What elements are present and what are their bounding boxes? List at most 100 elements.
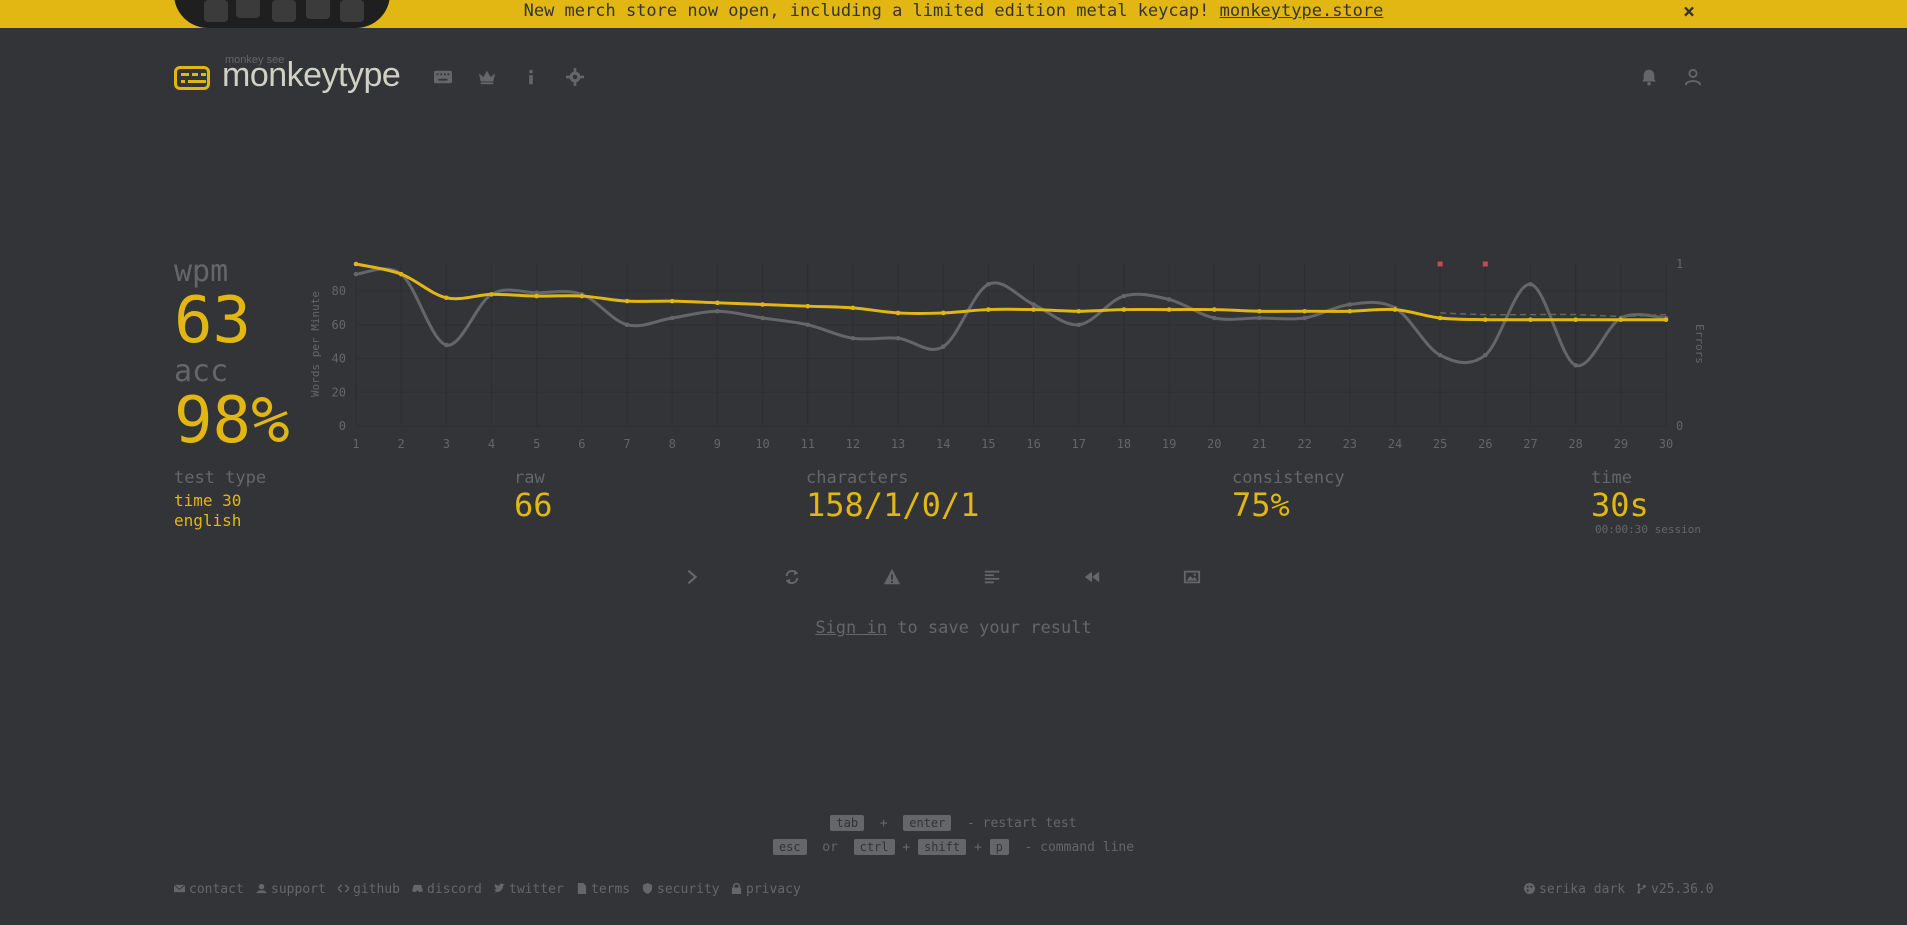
practice-words-button[interactable] xyxy=(879,564,905,590)
restart-button[interactable] xyxy=(779,564,805,590)
donate-icon xyxy=(256,883,267,894)
github-link[interactable]: github xyxy=(338,882,400,897)
data-point xyxy=(1121,293,1127,299)
image-icon xyxy=(1183,570,1201,584)
series-line xyxy=(355,267,1667,367)
version-link[interactable]: v25.36.0 xyxy=(1636,882,1714,897)
plus-sign: + xyxy=(973,840,982,855)
data-point xyxy=(1257,315,1262,321)
theme-button[interactable]: serika dark xyxy=(1524,882,1625,897)
ctrl-key: ctrl xyxy=(853,839,895,855)
data-point xyxy=(1347,302,1353,307)
code-icon xyxy=(338,884,349,893)
data-point xyxy=(624,322,630,328)
x-tick-label: 24 xyxy=(1388,437,1402,451)
data-point xyxy=(1302,315,1307,321)
signin-prompt: Sign in to save your result xyxy=(0,618,1907,638)
x-tick-label: 1 xyxy=(352,437,359,451)
shift-key: shift xyxy=(917,839,967,855)
merch-store-link[interactable]: monkeytype.store xyxy=(1220,1,1384,21)
data-point xyxy=(1437,315,1443,321)
data-point xyxy=(1528,317,1533,322)
enter-key: enter xyxy=(903,815,952,831)
data-point xyxy=(1392,307,1398,312)
data-point xyxy=(1347,308,1353,314)
x-tick-label: 28 xyxy=(1568,437,1582,451)
data-point xyxy=(1166,297,1172,302)
data-point xyxy=(353,261,359,267)
security-link[interactable]: security xyxy=(642,882,720,897)
data-point xyxy=(534,293,539,299)
data-point xyxy=(986,307,991,312)
twitter-link[interactable]: twitter xyxy=(494,882,564,897)
data-point xyxy=(1663,317,1669,322)
x-tick-label: 30 xyxy=(1659,437,1673,451)
support-link[interactable]: support xyxy=(256,882,326,897)
x-tick-label: 15 xyxy=(981,437,995,451)
replay-button[interactable] xyxy=(1079,564,1105,590)
acc-value: 98% xyxy=(174,384,290,458)
x-tick-label: 26 xyxy=(1478,437,1492,451)
x-tick-label: 20 xyxy=(1207,437,1221,451)
x-tick-label: 22 xyxy=(1297,437,1311,451)
error-marker xyxy=(1482,261,1488,267)
keyboard-icon[interactable] xyxy=(432,68,454,90)
command-line-hint: esc or ctrl + shift + p - command line xyxy=(0,839,1907,855)
privacy-link[interactable]: privacy xyxy=(731,882,801,897)
x-tick-label: 9 xyxy=(714,437,721,451)
x-tick-label: 25 xyxy=(1433,437,1447,451)
data-point xyxy=(940,344,946,349)
x-tick-label: 7 xyxy=(623,437,630,451)
data-point xyxy=(1121,307,1127,312)
data-point xyxy=(489,292,494,297)
data-point xyxy=(579,293,585,299)
info-icon[interactable] xyxy=(520,68,542,90)
x-tick-label: 4 xyxy=(488,437,495,451)
contact-link[interactable]: contact xyxy=(174,882,244,897)
plus-sign: + xyxy=(879,816,888,831)
banner-text: New merch store now open, including a li… xyxy=(523,1,1210,21)
data-point xyxy=(850,305,856,311)
y-tick-label: 40 xyxy=(332,352,346,366)
twitter-icon xyxy=(494,883,505,893)
data-point xyxy=(1483,352,1488,358)
save-screenshot-button[interactable] xyxy=(1179,564,1205,590)
x-tick-label: 18 xyxy=(1117,437,1131,451)
data-point xyxy=(715,308,720,314)
data-point xyxy=(1302,308,1307,314)
discord-link[interactable]: discord xyxy=(412,882,482,897)
raw-value: 66 xyxy=(514,486,553,524)
palette-icon xyxy=(1524,883,1535,894)
sign-in-link[interactable]: Sign in xyxy=(815,618,887,638)
data-point xyxy=(895,310,901,316)
banner-close-button[interactable]: × xyxy=(1683,0,1695,22)
consistency-label: consistency xyxy=(1232,468,1345,488)
y-tick-label: 80 xyxy=(332,284,346,298)
shield-icon xyxy=(642,883,653,894)
error-marker xyxy=(1437,261,1443,267)
data-point xyxy=(669,315,675,321)
data-point xyxy=(715,300,720,306)
terms-link[interactable]: terms xyxy=(576,882,630,897)
data-point xyxy=(760,302,765,307)
x-tick-label: 5 xyxy=(533,437,540,451)
discord-icon xyxy=(412,884,423,893)
bell-icon[interactable] xyxy=(1638,68,1660,90)
backward-icon xyxy=(1084,571,1100,583)
x-tick-label: 6 xyxy=(578,437,585,451)
tab-key: tab xyxy=(830,815,865,831)
crown-icon[interactable] xyxy=(476,68,498,90)
x-tick-label: 29 xyxy=(1614,437,1628,451)
data-point xyxy=(895,335,901,341)
x-tick-label: 17 xyxy=(1072,437,1086,451)
gear-icon[interactable] xyxy=(564,68,586,90)
user-icon[interactable] xyxy=(1682,68,1704,90)
data-point xyxy=(1257,308,1262,314)
y2-tick-label: 1 xyxy=(1676,257,1683,271)
data-point xyxy=(805,322,811,328)
repeat-icon xyxy=(785,569,799,585)
words-history-button[interactable] xyxy=(979,564,1005,590)
next-test-button[interactable] xyxy=(679,564,705,590)
x-tick-label: 11 xyxy=(800,437,814,451)
x-tick-label: 27 xyxy=(1523,437,1537,451)
